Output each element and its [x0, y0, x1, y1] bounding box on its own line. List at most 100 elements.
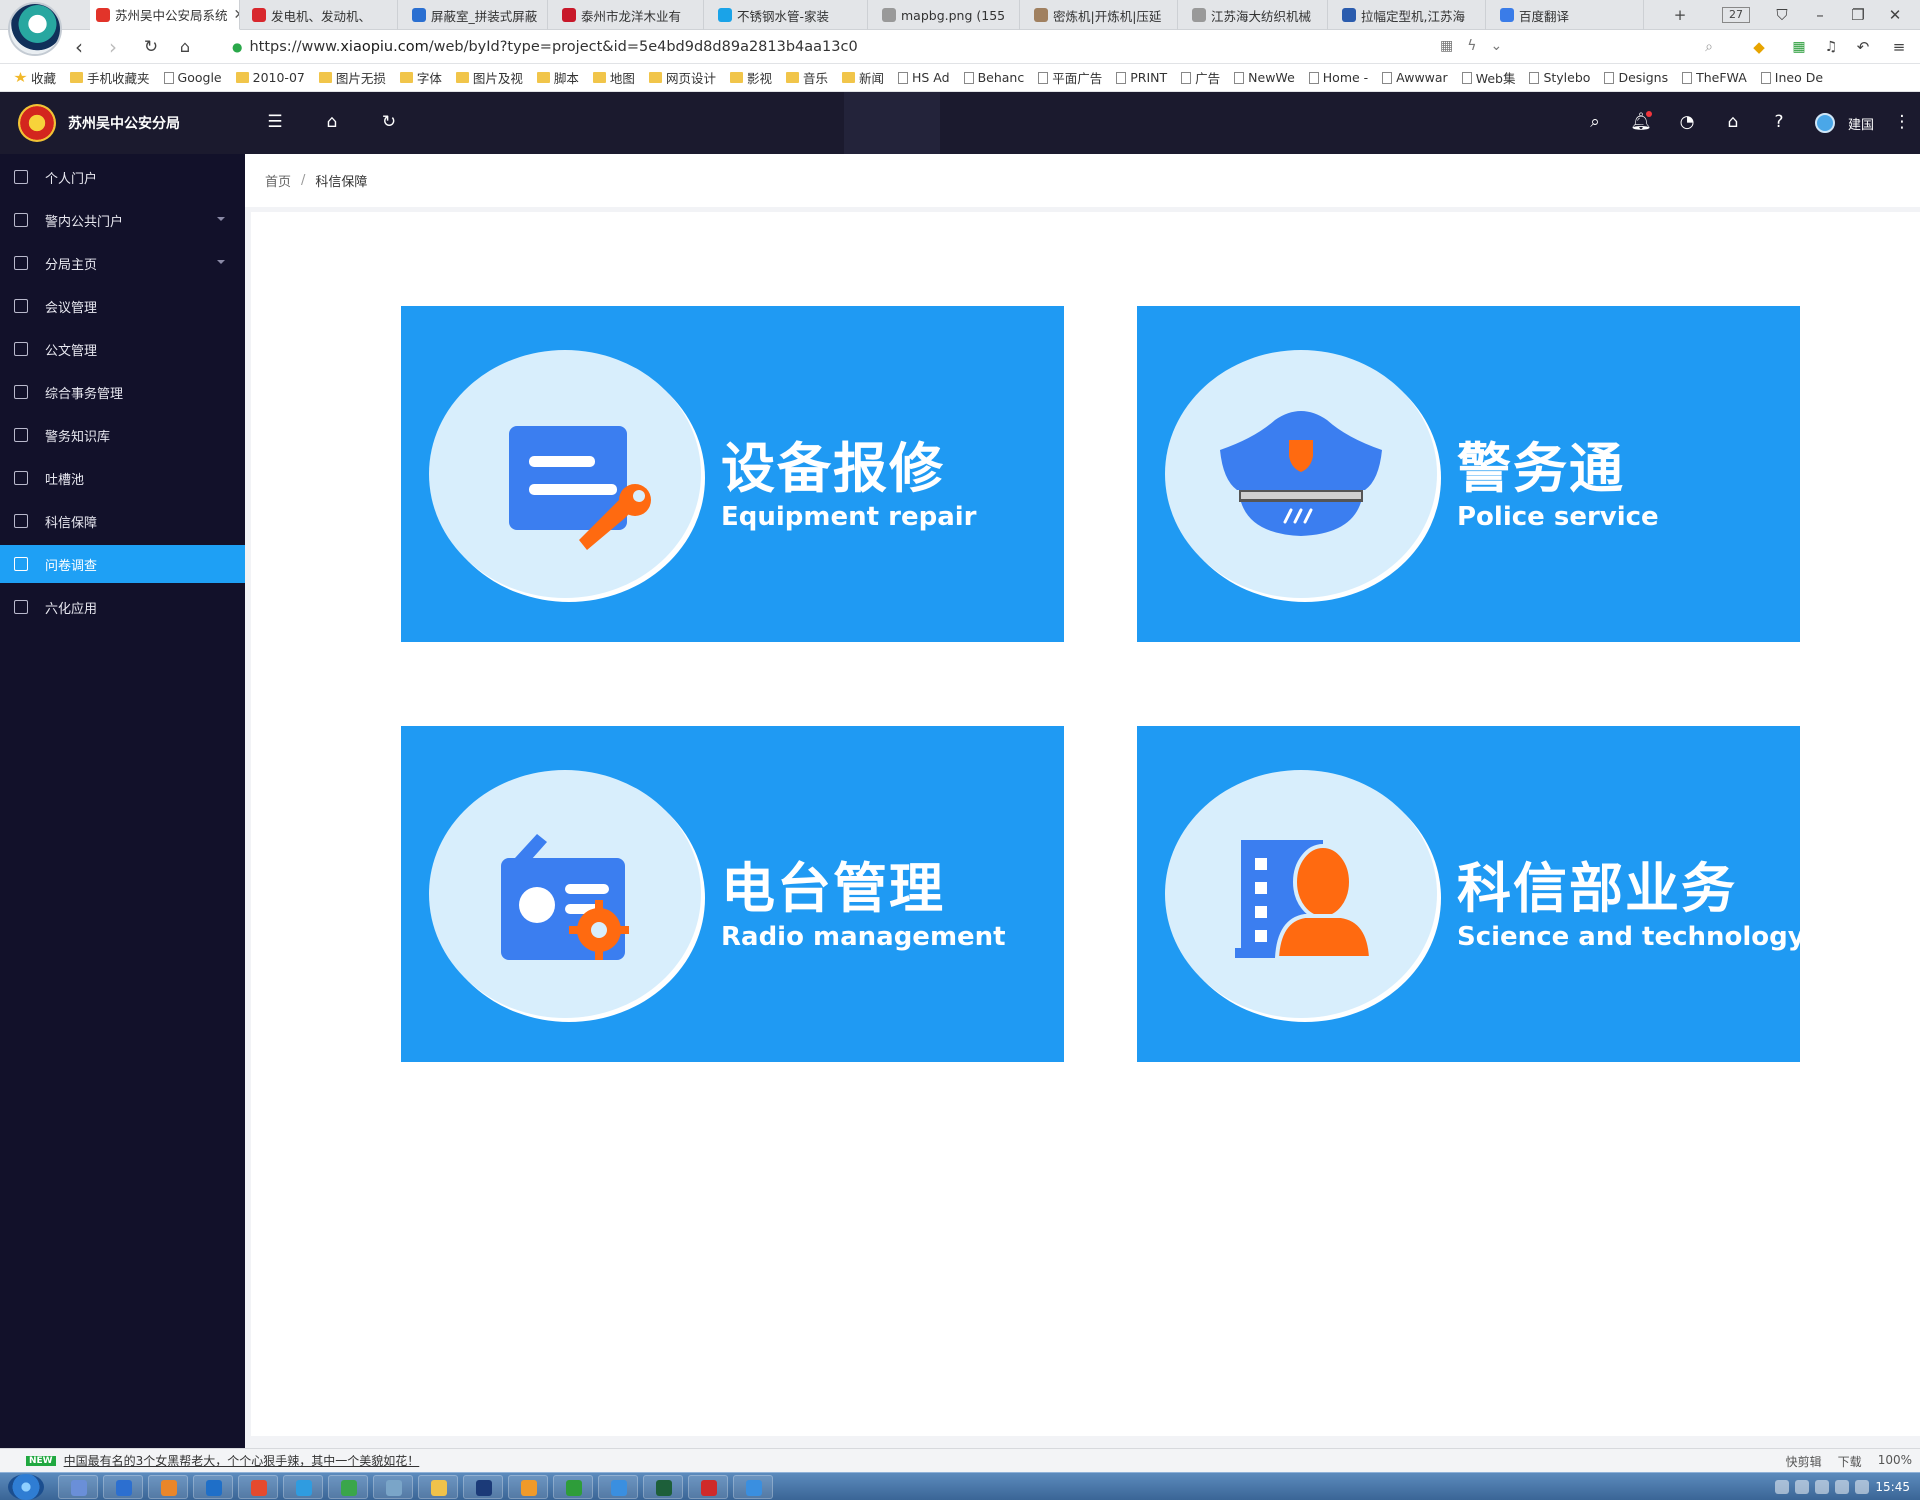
sidebar-item-3[interactable]: 会议管理 — [0, 287, 245, 325]
tab-1[interactable]: 发电机、发动机、 — [246, 0, 398, 30]
taskbar-app[interactable] — [508, 1475, 548, 1499]
chevron-down-icon[interactable] — [217, 260, 225, 264]
clock[interactable]: 15:45 — [1875, 1480, 1910, 1494]
taskbar-app[interactable] — [463, 1475, 503, 1499]
reload-icon[interactable]: ↻ — [140, 36, 162, 58]
bookmark-item[interactable]: 2010-07 — [235, 70, 305, 85]
tab-7[interactable]: 江苏海大纺织机械 — [1186, 0, 1328, 30]
back-icon[interactable]: ‹ — [68, 36, 90, 58]
bookmark-item[interactable]: 新闻 — [841, 68, 884, 87]
tab-9[interactable]: 百度翻译 — [1494, 0, 1644, 30]
restore-icon[interactable]: ❐ — [1848, 4, 1868, 26]
bookmark-item[interactable]: 脚本 — [536, 68, 579, 87]
url-text[interactable]: https://www.xiaopiu.com/web/byId?type=pr… — [249, 39, 857, 55]
more-vertical-icon[interactable]: ⋮ — [1890, 110, 1914, 134]
bookmark-item[interactable]: 手机收藏夹 — [70, 68, 150, 87]
chevron-down-icon[interactable] — [217, 217, 225, 221]
card-radio-management[interactable]: 电台管理 Radio management — [401, 726, 1064, 1062]
taskbar-app[interactable] — [373, 1475, 413, 1499]
taskbar-app[interactable] — [643, 1475, 683, 1499]
quick-edit-button[interactable]: 快剪辑 — [1786, 1453, 1822, 1470]
taskbar-app[interactable] — [733, 1475, 773, 1499]
menu-icon[interactable]: ≡ — [1888, 36, 1910, 58]
taskbar-app[interactable] — [238, 1475, 278, 1499]
qr-icon[interactable]: ▦ — [1440, 38, 1453, 54]
menu-toggle-icon[interactable]: ☰ — [263, 110, 287, 134]
zoom-level[interactable]: 100% — [1878, 1453, 1912, 1470]
taskbar-app[interactable] — [148, 1475, 188, 1499]
extensions-icon[interactable]: ▦ — [1788, 36, 1810, 58]
taskbar-app[interactable] — [328, 1475, 368, 1499]
card-equipment-repair[interactable]: 设备报修 Equipment repair — [401, 306, 1064, 642]
skin-icon[interactable]: ⛉ — [1772, 4, 1792, 26]
card-police-service[interactable]: 警务通 Police service — [1137, 306, 1800, 642]
taskbar-app[interactable] — [688, 1475, 728, 1499]
bookmark-item[interactable]: NewWe — [1234, 70, 1295, 85]
bookmark-item[interactable]: Web集 — [1461, 68, 1515, 87]
home-icon[interactable]: ⌂ — [174, 36, 196, 58]
taskbar-app[interactable] — [103, 1475, 143, 1499]
tab-3[interactable]: 泰州市龙洋木业有 — [556, 0, 704, 30]
avatar[interactable] — [1815, 113, 1835, 133]
sidebar-item-1[interactable]: 警内公共门户 — [0, 201, 245, 239]
sidebar-item-0[interactable]: 个人门户 — [0, 158, 245, 196]
taskbar-app[interactable] — [553, 1475, 593, 1499]
forward-icon[interactable]: › — [102, 36, 124, 58]
bookmark-item[interactable]: Home - — [1308, 70, 1368, 85]
shield-icon[interactable]: ◆ — [1748, 36, 1770, 58]
bookmark-item[interactable]: Google — [163, 70, 222, 85]
bookmark-item[interactable]: Stylebo — [1529, 70, 1590, 85]
taskbar-app[interactable] — [283, 1475, 323, 1499]
tab-4[interactable]: 不锈钢水管-家装 — [712, 0, 868, 30]
header-tab-placeholder[interactable] — [844, 92, 940, 154]
search-icon[interactable]: ⌕ — [1583, 110, 1607, 134]
tray-icon[interactable] — [1835, 1480, 1850, 1494]
search-icon[interactable]: ⌕ — [1698, 36, 1720, 58]
tab-2[interactable]: 屏蔽室_拼装式屏蔽 — [406, 0, 548, 30]
sidebar-item-5[interactable]: 综合事务管理 — [0, 373, 245, 411]
bookmark-item[interactable]: 图片无损 — [318, 68, 386, 87]
sidebar-item-4[interactable]: 公文管理 — [0, 330, 245, 368]
dashboard-icon[interactable]: ◔ — [1675, 110, 1699, 134]
bookmark-item[interactable]: 字体 — [399, 68, 442, 87]
sidebar-item-8[interactable]: 科信保障 — [0, 502, 245, 540]
download-button[interactable]: 下载 — [1838, 1453, 1862, 1470]
sidebar-item-7[interactable]: 吐槽池 — [0, 459, 245, 497]
url-field[interactable]: ● https://www.xiaopiu.com/web/byId?type=… — [232, 34, 1532, 60]
bookmark-item[interactable]: 平面广告 — [1038, 68, 1102, 87]
new-tab-icon[interactable]: + — [1670, 4, 1690, 26]
tag-icon[interactable]: ⌂︎ — [1721, 110, 1745, 134]
tray-icon[interactable] — [1775, 1480, 1790, 1494]
breadcrumb-home[interactable]: 首页 — [265, 171, 291, 190]
refresh-icon[interactable]: ↻ — [377, 110, 401, 134]
headset-icon[interactable]: ♫ — [1820, 36, 1842, 58]
bookmark-item[interactable]: Behanc — [963, 70, 1024, 85]
bookmark-item[interactable]: PRINT — [1116, 70, 1167, 85]
sidebar-item-10[interactable]: 六化应用 — [0, 588, 245, 626]
tab-0[interactable]: 苏州吴中公安局系统✕ — [90, 0, 240, 30]
close-tab-icon[interactable]: ✕ — [228, 7, 239, 23]
taskbar-app[interactable] — [58, 1475, 98, 1499]
bookmark-item[interactable]: 网页设计 — [648, 68, 716, 87]
sidebar-item-6[interactable]: 警务知识库 — [0, 416, 245, 454]
user-name[interactable]: 建国 — [1848, 114, 1874, 133]
bookmark-item[interactable]: 音乐 — [785, 68, 828, 87]
undo-icon[interactable]: ↶ — [1852, 36, 1874, 58]
browser-logo-icon[interactable] — [10, 4, 60, 54]
bookmark-item[interactable]: 广告 — [1181, 68, 1220, 87]
taskbar-app[interactable] — [598, 1475, 638, 1499]
tab-6[interactable]: 密炼机|开炼机|压延 — [1028, 0, 1178, 30]
speed-mode-icon[interactable]: ϟ — [1467, 38, 1476, 54]
card-science-technology[interactable]: 科信部业务 Science and technology — [1137, 726, 1805, 1062]
taskbar-app[interactable] — [193, 1475, 233, 1499]
bookmark-item[interactable]: 收藏 — [14, 68, 56, 87]
bookmark-item[interactable]: 影视 — [729, 68, 772, 87]
home-icon[interactable]: ⌂ — [320, 110, 344, 134]
tab-8[interactable]: 拉幅定型机,江苏海 — [1336, 0, 1486, 30]
bookmark-item[interactable]: Awwwar — [1382, 70, 1448, 85]
tab-5[interactable]: mapbg.png (155 — [876, 0, 1020, 30]
taskbar-app[interactable] — [418, 1475, 458, 1499]
close-window-icon[interactable]: ✕ — [1885, 4, 1905, 26]
dropdown-icon[interactable]: ⌄ — [1490, 38, 1502, 54]
news-ticker-link[interactable]: 中国最有名的3个女黑帮老大，个个心狠手辣，其中一个美貌如花！ — [64, 1452, 420, 1469]
